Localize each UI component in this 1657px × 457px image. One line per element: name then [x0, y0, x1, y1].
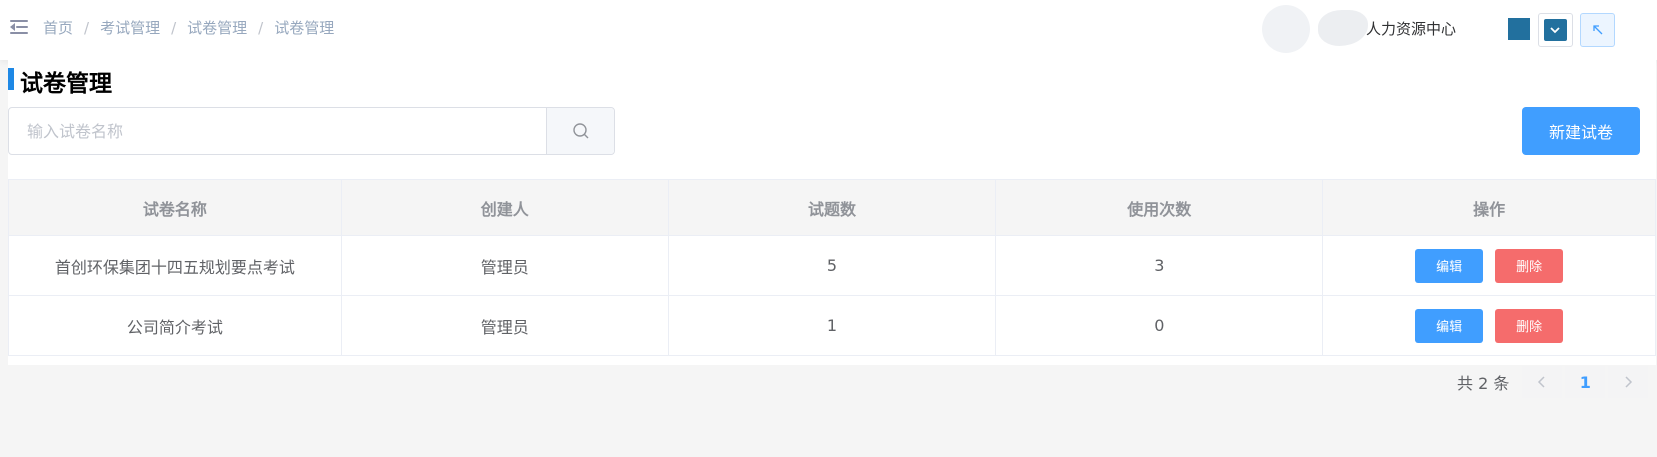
breadcrumb-item-paper-management[interactable]: 试卷管理 [187, 17, 247, 38]
column-header-questions[interactable]: 试题数 [668, 180, 997, 236]
creator-cell: 管理员 [341, 296, 669, 356]
user-name-blurred [1318, 10, 1368, 46]
search-icon [572, 123, 588, 139]
column-header-name[interactable]: 试卷名称 [9, 180, 342, 236]
edit-button[interactable]: 编辑 [1415, 248, 1484, 283]
table-header-row: 试卷名称 创建人 试题数 使用次数 操作 [9, 180, 1656, 236]
search-button[interactable] [546, 108, 614, 154]
menu-toggle-icon[interactable] [10, 18, 28, 36]
org-name: 人力资源中心 [1366, 20, 1457, 38]
actions-cell: 编辑 删除 [1323, 236, 1656, 296]
breadcrumb-separator: / [171, 18, 177, 37]
collapse-button[interactable] [1580, 13, 1615, 47]
breadcrumb-item-exam-management[interactable]: 考试管理 [100, 17, 160, 38]
avatar[interactable] [1262, 5, 1310, 53]
search-box [8, 107, 615, 155]
breadcrumb-item-current: 试卷管理 [274, 19, 335, 37]
chevron-right-icon [1625, 376, 1633, 388]
use-count-cell: 3 [996, 236, 1324, 296]
chevron-left-icon [1538, 376, 1545, 388]
paper-name-cell: 公司简介考试 [9, 296, 342, 356]
breadcrumb-item-home[interactable]: 首页 [43, 17, 73, 38]
search-input[interactable] [9, 108, 546, 154]
top-bar: 首页 / 考试管理 / 试卷管理 / 试卷管理 人力资源中心 [0, 0, 1657, 60]
actions-cell: 编辑 删除 [1323, 296, 1656, 356]
breadcrumb-separator: / [258, 18, 264, 37]
table-row: 公司简介考试 管理员 1 0 编辑 删除 [9, 296, 1656, 356]
prev-page-button[interactable] [1522, 366, 1563, 398]
table-row: 首创环保集团十四五规划要点考试 管理员 5 3 编辑 删除 [9, 236, 1656, 296]
papers-table: 试卷名称 创建人 试题数 使用次数 操作 首创环保集团十四五规划要点考试 管理员… [8, 179, 1656, 356]
breadcrumb: 首页 / 考试管理 / 试卷管理 / 试卷管理 [43, 17, 334, 38]
theme-dropdown-button[interactable] [1538, 13, 1573, 47]
paper-name-cell: 首创环保集团十四五规划要点考试 [9, 236, 342, 296]
main-panel: 试卷管理 新建试卷 试卷名称 创建人 试题数 使用次数 操作 首创环保集团十四五… [8, 60, 1656, 365]
total-count: 共 2 条 [1457, 374, 1510, 393]
creator-cell: 管理员 [341, 236, 669, 296]
new-paper-button[interactable]: 新建试卷 [1522, 107, 1640, 155]
delete-button[interactable]: 删除 [1495, 248, 1564, 283]
theme-color-swatch[interactable] [1508, 18, 1530, 40]
question-count-cell: 5 [668, 236, 997, 296]
column-header-creator[interactable]: 创建人 [341, 180, 669, 236]
delete-button[interactable]: 删除 [1495, 308, 1564, 343]
pagination: 共 2 条 1 [1457, 366, 1649, 398]
column-header-uses[interactable]: 使用次数 [996, 180, 1324, 236]
page-number[interactable]: 1 [1565, 366, 1606, 398]
arrow-up-left-icon [1593, 25, 1603, 35]
breadcrumb-separator: / [84, 18, 90, 37]
page-title: 试卷管理 [20, 71, 112, 97]
edit-button[interactable]: 编辑 [1415, 308, 1484, 343]
next-page-button[interactable] [1608, 366, 1649, 398]
question-count-cell: 1 [668, 296, 997, 356]
use-count-cell: 0 [996, 296, 1324, 356]
chevron-down-icon [1550, 27, 1560, 34]
title-accent-bar [8, 68, 14, 90]
column-header-actions: 操作 [1323, 180, 1656, 236]
